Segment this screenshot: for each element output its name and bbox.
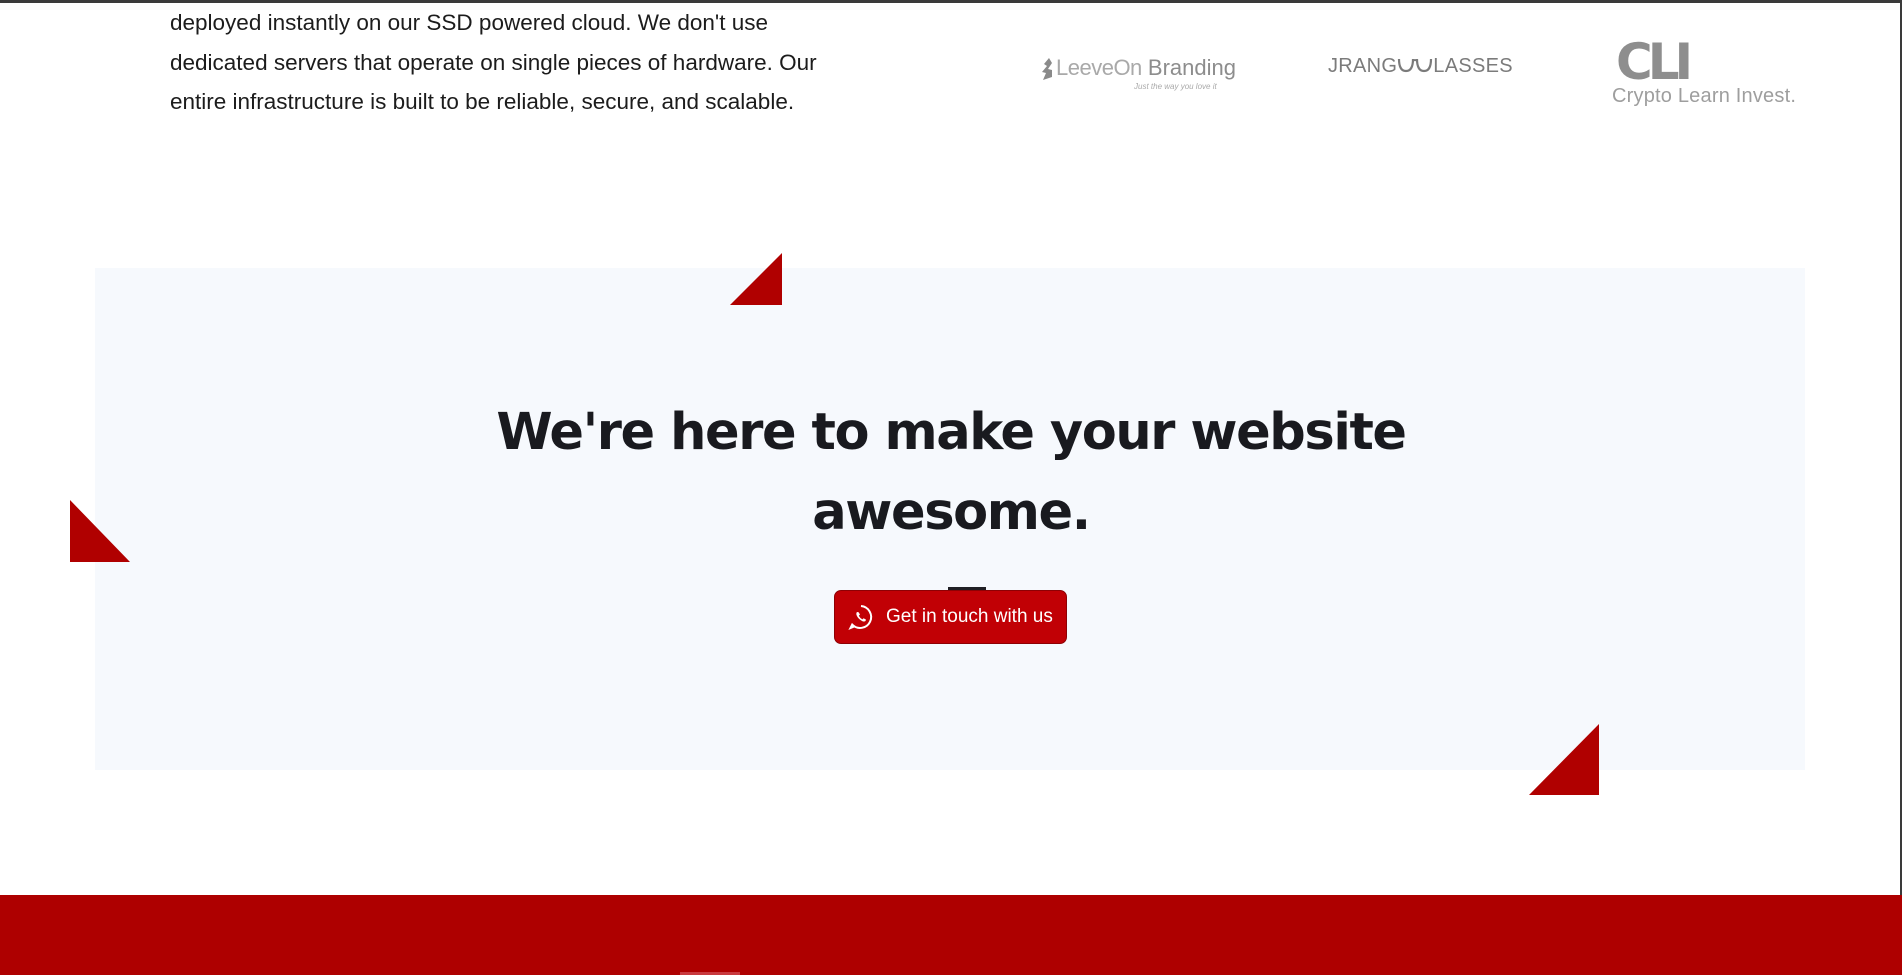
decor-triangle-left [70, 500, 130, 562]
jrang-glasses-logo: JRANG LASSES [1328, 55, 1513, 78]
client-logos: LeeveOn Branding Just the way you love i… [1030, 29, 1830, 119]
get-in-touch-button[interactable]: Get in touch with us [834, 590, 1067, 644]
decor-triangle-top [730, 253, 782, 305]
cta-heading: We're here to make your website awesome. [451, 393, 1451, 553]
whatsapp-icon [848, 605, 873, 631]
intro-text: deployed instantly on our SSD powered cl… [170, 3, 890, 122]
get-in-touch-label: Get in touch with us [886, 606, 1053, 627]
jrang-text-right: LASSES [1433, 55, 1513, 77]
intro-line: deployed instantly on our SSD powered cl… [170, 10, 768, 35]
leeveon-name-light: LeeveOn [1056, 55, 1142, 80]
crypto-learn-invest-logo: CLI Crypto Learn Invest. [1612, 37, 1832, 113]
glasses-icon [1398, 58, 1433, 73]
intro-line: dedicated servers that operate on single… [170, 49, 817, 75]
cli-mark: CLI [1616, 33, 1693, 91]
decor-triangle-bottom-right [1529, 724, 1599, 795]
leeveon-name-bold: Branding [1147, 55, 1236, 80]
cli-name: Crypto Learn Invest. [1612, 85, 1797, 107]
cta-heading-line2: awesome. [812, 483, 1091, 542]
cta-heading-line1: We're here to make your website [496, 403, 1407, 462]
leeveon-leaf-icon [1042, 58, 1052, 80]
leeveon-tagline: Just the way you love it [1134, 82, 1217, 91]
jrang-text-left: JRANG [1328, 55, 1398, 77]
intro-line: entire infrastructure is built to be rel… [170, 89, 795, 114]
footer-band [0, 895, 1902, 975]
